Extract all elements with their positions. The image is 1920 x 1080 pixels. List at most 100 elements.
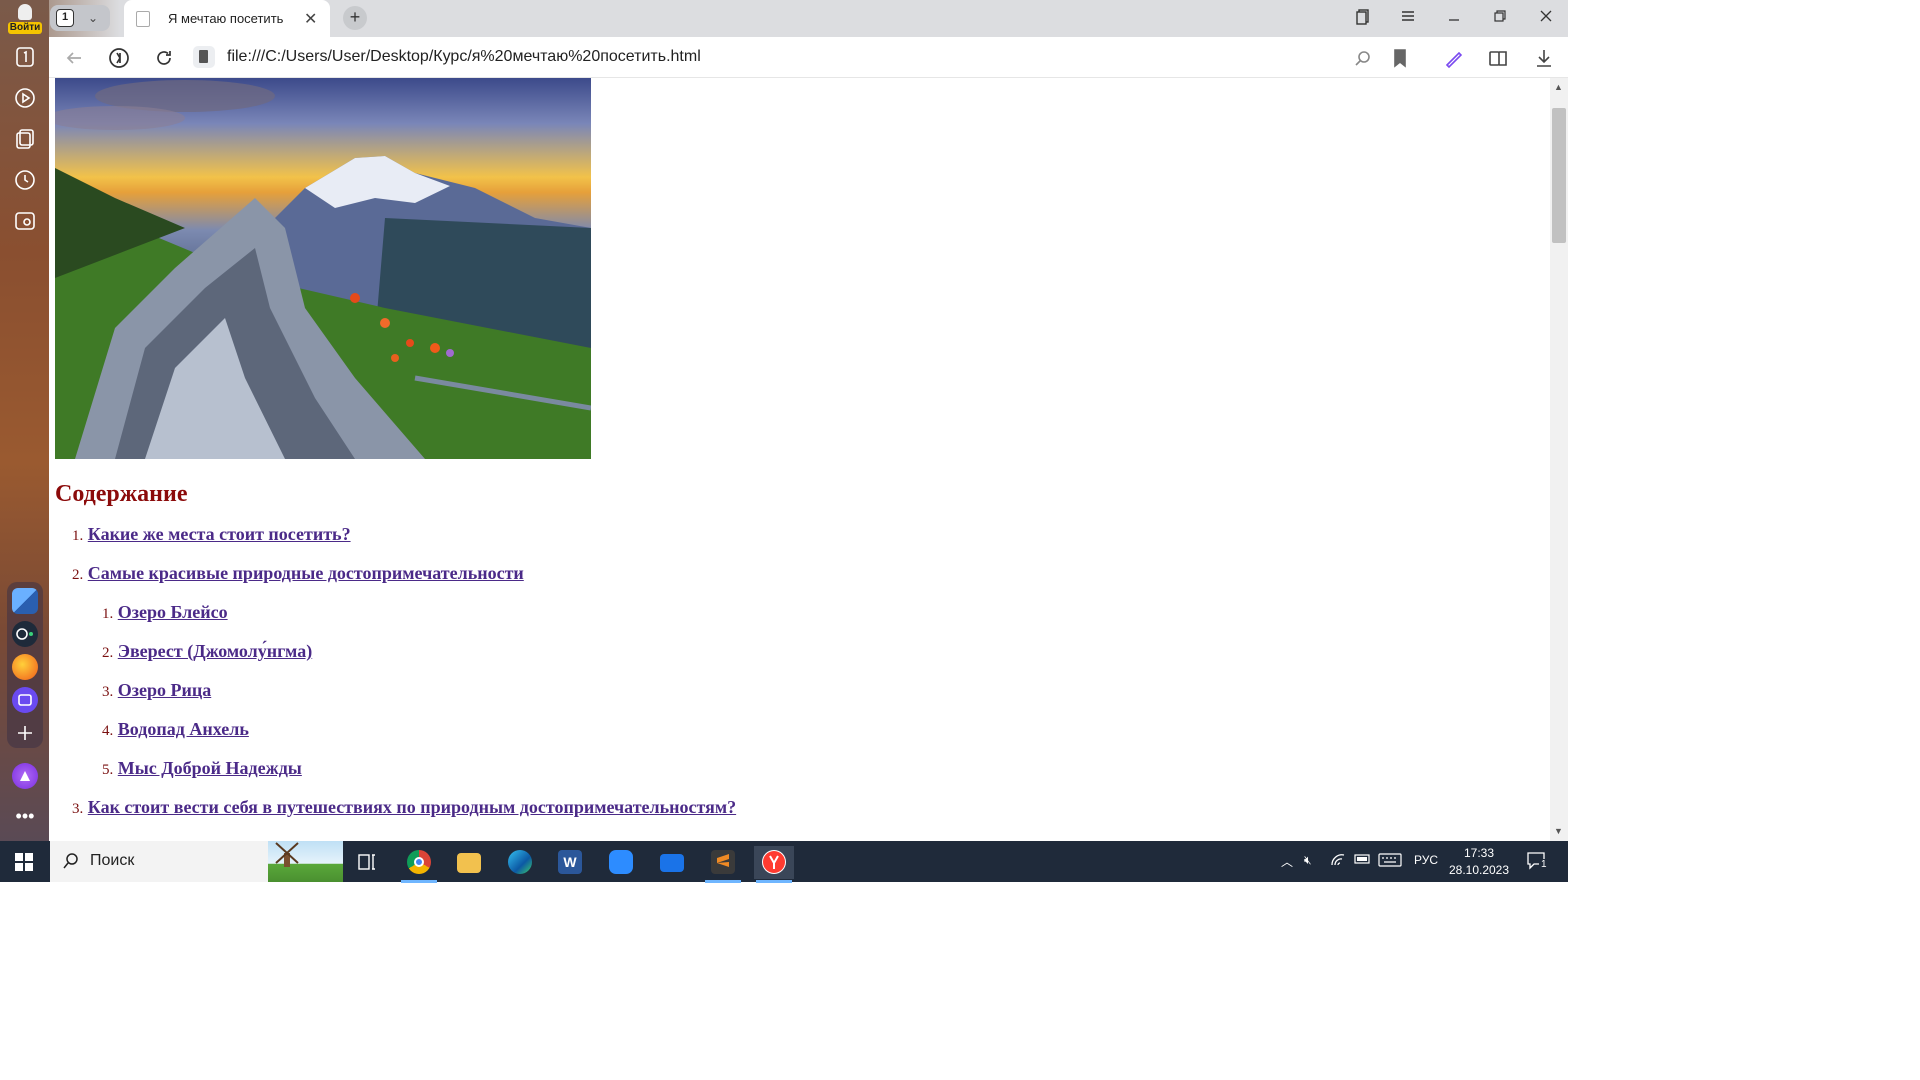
tab-counter-icon[interactable]: [13, 45, 37, 69]
browser-sidebar: Войти •••: [0, 0, 49, 841]
windows-start-icon[interactable]: [15, 853, 33, 871]
list-number: 1.: [72, 528, 84, 544]
login-button[interactable]: Войти: [8, 4, 42, 34]
list-item: 4. Водопад Анхель: [102, 719, 249, 740]
list-item: 1. Озеро Блейсо: [102, 602, 228, 623]
system-clock[interactable]: 17:33 28.10.2023: [1440, 845, 1518, 879]
taskbar-search[interactable]: Поиск: [50, 841, 343, 882]
edge-logo: [508, 850, 532, 874]
landscape-artwork: [55, 80, 591, 459]
more-dots-icon[interactable]: •••: [13, 806, 37, 830]
menu-icon[interactable]: [1400, 8, 1416, 27]
zoom-icon[interactable]: [601, 846, 641, 879]
zoom-logo: [609, 850, 633, 874]
list-number: 2.: [72, 567, 84, 583]
web-page: Содержание 1. Какие же места стоит посет…: [49, 78, 1550, 841]
minimize-icon[interactable]: [1446, 8, 1462, 27]
windows-taskbar: Поиск W ︿ 🔇︎ РУС 17:33 28.10.2023 1: [0, 841, 1568, 883]
new-tab-button[interactable]: +: [343, 6, 367, 30]
word-icon[interactable]: W: [550, 846, 590, 879]
list-number: 2.: [102, 645, 114, 661]
keyboard-icon[interactable]: [1378, 853, 1402, 870]
scroll-down-icon[interactable]: ▼: [1554, 826, 1563, 836]
task-view-icon[interactable]: [347, 846, 387, 879]
mail-icon[interactable]: [652, 846, 692, 879]
toc-link[interactable]: Как стоит вести себя в путешествиях по п…: [88, 797, 736, 817]
windmill-illustration: [268, 841, 343, 882]
list-item: 3. Как стоит вести себя в путешествиях п…: [72, 797, 736, 818]
list-item: 2. Самые красивые природные достопримеча…: [72, 563, 524, 584]
mail-logo: [660, 854, 684, 872]
yandex-browser-icon[interactable]: [754, 846, 794, 883]
list-number: 4.: [102, 723, 114, 739]
clock-date: 28.10.2023: [1448, 863, 1510, 877]
language-indicator[interactable]: РУС: [1414, 853, 1438, 867]
search-icon: [62, 852, 80, 870]
toc-link[interactable]: Эверест (Джомолу́нгма): [118, 641, 312, 661]
reader-icon[interactable]: [1487, 47, 1509, 69]
file-explorer-icon[interactable]: [449, 846, 489, 879]
vertical-scrollbar[interactable]: ▲ ▼: [1550, 78, 1568, 841]
tab-counter-button[interactable]: 1 ⌄: [50, 5, 110, 31]
battery-icon[interactable]: [1354, 853, 1372, 868]
back-arrow-icon[interactable]: [63, 47, 85, 69]
alice-assistant-icon[interactable]: [12, 763, 38, 789]
tab-count: 1: [56, 9, 74, 27]
volume-muted-icon[interactable]: 🔇︎: [1304, 853, 1312, 868]
play-icon[interactable]: [13, 86, 37, 110]
close-window-icon[interactable]: [1538, 8, 1554, 27]
collections-toggle-icon[interactable]: [1354, 8, 1372, 29]
screenshot-icon[interactable]: [13, 209, 37, 233]
list-number: 1.: [102, 606, 114, 622]
media-app-icon[interactable]: [12, 621, 38, 647]
yandex-logo: [762, 850, 786, 874]
history-icon[interactable]: [13, 168, 37, 192]
toc-link[interactable]: Озеро Рица: [118, 680, 211, 700]
collections-icon[interactable]: [13, 127, 37, 151]
pen-icon[interactable]: [1443, 47, 1465, 69]
list-item: 3. Озеро Рица: [102, 680, 211, 701]
user-icon: [18, 4, 32, 20]
bookmark-icon[interactable]: [1389, 47, 1411, 69]
sublime-icon[interactable]: [703, 846, 743, 883]
file-icon[interactable]: [193, 46, 215, 68]
chrome-center: [414, 857, 424, 867]
toc-link[interactable]: Мыс Доброй Надежды: [118, 758, 302, 778]
list-number: 5.: [102, 762, 114, 778]
toc-link[interactable]: Самые красивые природные достопримечател…: [88, 563, 524, 583]
notifications-icon[interactable]: 1: [1526, 851, 1549, 874]
messenger-app-icon[interactable]: [12, 687, 38, 713]
restore-icon[interactable]: [1492, 8, 1508, 27]
toc-heading: Содержание: [55, 481, 188, 507]
chrome-icon[interactable]: [399, 846, 439, 883]
close-tab-icon[interactable]: ✕: [304, 9, 317, 29]
list-item: 1. Какие же места стоит посетить?: [72, 524, 351, 545]
toc-link[interactable]: Водопад Анхель: [118, 719, 249, 739]
search-placeholder: Поиск: [90, 852, 135, 869]
wifi-icon[interactable]: [1330, 853, 1346, 870]
folder-shape: [457, 853, 481, 873]
clock-time: 17:33: [1463, 846, 1495, 860]
download-icon[interactable]: [1533, 47, 1555, 69]
active-tab[interactable]: Я мечтаю посетить ✕: [124, 0, 330, 37]
toc-link[interactable]: Какие же места стоит посетить?: [88, 524, 351, 544]
search-page-icon[interactable]: [1352, 47, 1374, 69]
orange-app-icon[interactable]: [12, 654, 38, 680]
chevron-down-icon[interactable]: ⌄: [88, 11, 98, 25]
yandex-logo-icon[interactable]: [108, 47, 130, 69]
widget-app-icon[interactable]: [12, 588, 38, 614]
reload-icon[interactable]: [153, 47, 175, 69]
tray-chevron-icon[interactable]: ︿: [1281, 853, 1293, 870]
list-item: 2. Эверест (Джомолу́нгма): [102, 641, 312, 662]
mountain-landscape-image: [55, 78, 591, 459]
toc-link[interactable]: Озеро Блейсо: [118, 602, 228, 622]
tab-bar: 1 ⌄ Я мечтаю посетить ✕ +: [0, 0, 1568, 37]
notification-count: 1: [1539, 859, 1549, 870]
edge-icon[interactable]: [500, 846, 540, 879]
sublime-logo: [711, 850, 735, 874]
scrollbar-thumb[interactable]: [1552, 108, 1566, 243]
scroll-up-icon[interactable]: ▲: [1554, 82, 1563, 92]
url-text[interactable]: file:///C:/Users/User/Desktop/Курс/я%20м…: [227, 48, 701, 66]
login-label: Войти: [8, 22, 42, 34]
add-app-icon[interactable]: [12, 720, 38, 746]
